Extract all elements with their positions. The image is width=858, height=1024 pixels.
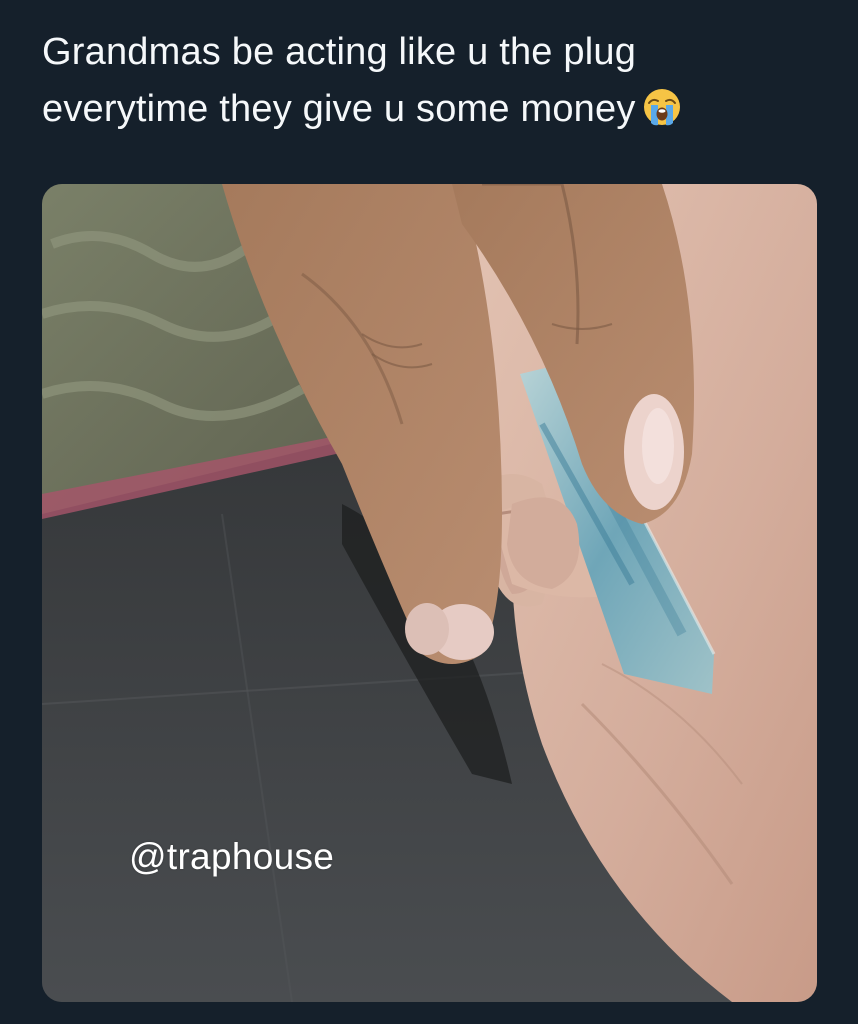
photo-watermark: @traphouse: [129, 836, 335, 877]
tweet-text-line-2: everytime they give u some money: [42, 81, 832, 138]
tweet-text-line-1: Grandmas be acting like u the plug: [42, 31, 637, 73]
loudly-crying-face-icon: [643, 89, 680, 126]
tweet-text-line-2-words: everytime they give u some money: [42, 88, 636, 130]
photo-grandma-hand-giving-money: [42, 184, 817, 1002]
tweet-media-photo[interactable]: @traphouse: [42, 184, 817, 1002]
tweet: Grandmas be acting like u the plug every…: [0, 0, 858, 1024]
tweet-text: Grandmas be acting like u the plug every…: [42, 24, 832, 138]
